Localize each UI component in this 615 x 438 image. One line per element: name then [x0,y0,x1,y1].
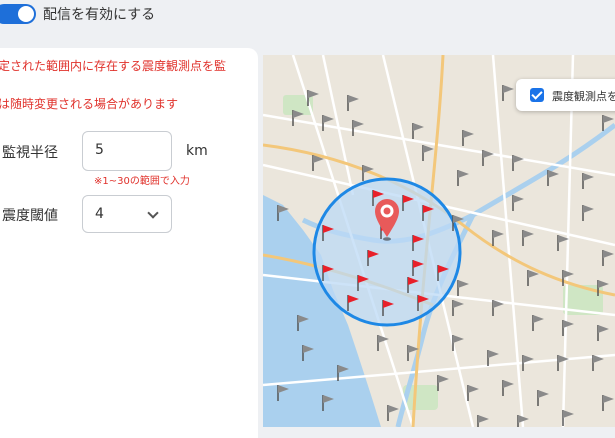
stations-checkbox[interactable] [530,88,544,102]
radius-input[interactable] [83,132,165,168]
stations-legend-label: 震度観測点を [552,90,615,103]
radius-unit: km [186,143,208,159]
map-legend: 震度観測点を [516,79,615,111]
threshold-label: 震度閾値 [2,208,58,224]
radius-label: 監視半径 [2,145,58,161]
settings-panel: 定された範囲内に存在する震度観測点を監 は随時変更される場合があります 監視半径… [0,48,258,438]
update-note: は随時変更される場合があります [0,97,179,111]
toggle-knob [18,6,34,22]
enable-delivery-label: 配信を有効にする [43,7,156,23]
threshold-select[interactable]: 4 [82,195,172,233]
enable-delivery-toggle[interactable] [0,4,36,24]
radius-field [82,131,172,171]
threshold-value: 4 [95,206,104,222]
area-note: 定された範囲内に存在する震度観測点を監 [0,59,227,73]
radius-hint: ※1~30の範囲で入力 [94,176,190,187]
chevron-down-icon [147,207,159,219]
